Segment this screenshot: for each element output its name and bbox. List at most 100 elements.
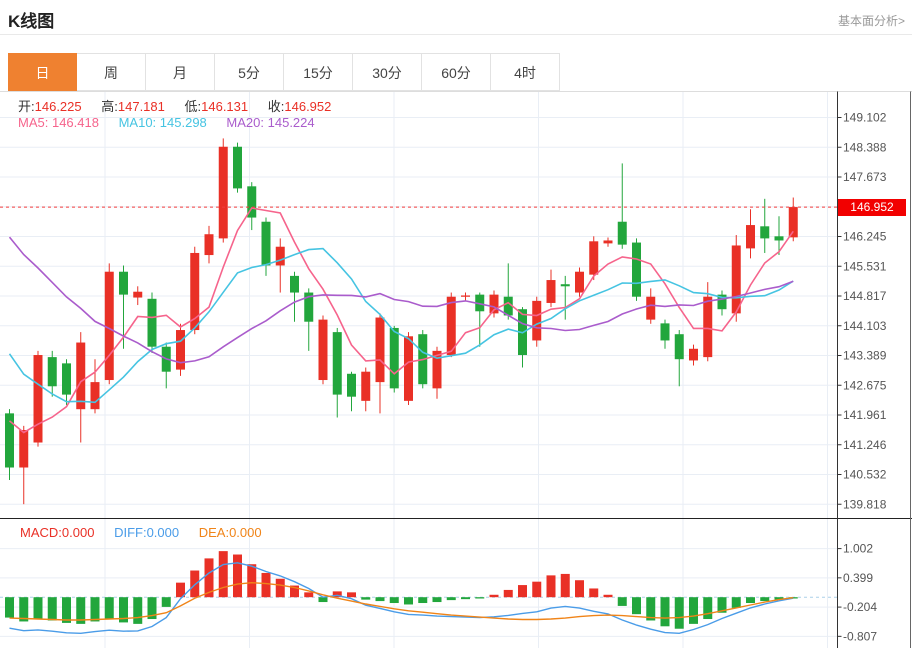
macd-bar [347,592,356,598]
close-label: 收: [267,99,285,114]
macd-bar [503,589,513,598]
candle [532,296,542,347]
macd-bar [603,594,613,598]
macd-bar [33,597,43,620]
axes [0,91,912,648]
candle [33,350,43,447]
macd-bar [489,594,499,598]
macd-bar [90,597,100,622]
candle [247,182,257,231]
candle [104,263,114,385]
macd-bar [660,597,670,627]
candles-group [5,138,798,505]
candle [233,142,242,193]
dea-value: 0.000 [229,525,262,540]
candle [147,292,157,353]
candle [404,332,413,406]
open-label: 开: [18,99,35,114]
candle [674,330,684,387]
macd-bar [731,597,741,608]
macd-bar [575,580,584,598]
candle [332,327,342,418]
ma-info-row: MA5: 146.418 MA10: 145.298 MA20: 145.224 [18,115,331,130]
y-axis-label: 143.389 [843,349,887,363]
macd-info-row: MACD:0.000 DIFF:0.000 DEA:0.000 [20,525,278,540]
candle [261,217,271,276]
y-axis-label: -0.204 [843,600,877,614]
macd-bar [746,597,755,604]
candle [603,237,613,247]
ma5-label: MA5: [18,115,49,130]
macd-bar [5,597,14,618]
open-value: 146.225 [34,99,82,114]
low-label: 低: [184,99,202,114]
ma5-value: 146.418 [51,115,99,130]
macd-bar [161,597,171,607]
current-price-tag: 146.952 [838,199,906,216]
macd-bar [62,597,71,623]
candle [632,238,641,301]
macd-bar [632,597,641,615]
macd-bar [361,597,371,600]
macd-bar [418,597,428,604]
candle [19,425,29,505]
macd-bar [475,597,485,599]
candle [689,344,698,366]
macd-bar [133,597,143,624]
y-axis-label: 145.531 [843,259,887,273]
candle [62,359,71,406]
macd-bar [432,597,442,603]
diff-label: DIFF: [114,525,147,540]
candle [518,307,527,368]
y-axis-label: 140.532 [843,468,887,482]
candle [560,275,570,320]
close-value: 146.952 [284,99,332,114]
candle [617,163,627,249]
candle [347,371,356,412]
macd-bar [218,551,228,598]
candle [475,292,485,347]
candle [461,292,470,301]
ma10-label: MA10: [118,115,157,130]
y-axis-label: 0.399 [843,571,873,585]
y-axis-label: 141.246 [843,438,887,452]
macd-bar [546,575,556,598]
y-axis-label: 144.817 [843,289,887,303]
ma5-line [8,207,794,434]
macd-bar [375,597,385,602]
macd-bar [275,578,285,598]
candle [361,367,371,412]
candle [5,409,14,481]
y-axis-label: 144.103 [843,319,887,333]
candle [176,323,185,376]
y-axis-label: 147.673 [843,170,887,184]
candle [503,263,513,320]
candle [389,325,399,393]
diff-value: 0.000 [146,525,180,540]
macd-bar [304,592,314,598]
y-axis-label: 149.102 [843,111,887,125]
y-axis-labels: 149.102148.388147.673146.952146.245145.5… [837,111,887,643]
ma20-value: 145.224 [267,115,315,130]
candle [133,286,143,306]
macd-bar [261,572,271,598]
candle [660,319,670,349]
y-axis-label: -0.807 [843,629,877,643]
candle [161,342,171,389]
high-value: 147.181 [117,99,165,114]
macd-bar [760,597,770,602]
macd-value: 0.000 [61,525,95,540]
macd-bar [233,554,242,598]
candle [746,209,755,259]
macd-bar [617,597,627,606]
macd-bar [703,597,713,620]
candle [717,290,727,316]
macd-bar [560,573,570,598]
ohlc-info-row: 开:146.225 高:147.181 低:146.131 收:146.952 [18,96,347,115]
candle [218,138,228,243]
candle [204,225,214,264]
ma10-value: 145.298 [159,115,207,130]
macd-label: MACD: [20,525,62,540]
y-axis-label: 146.245 [843,230,887,244]
y-axis-label: 142.675 [843,378,887,392]
